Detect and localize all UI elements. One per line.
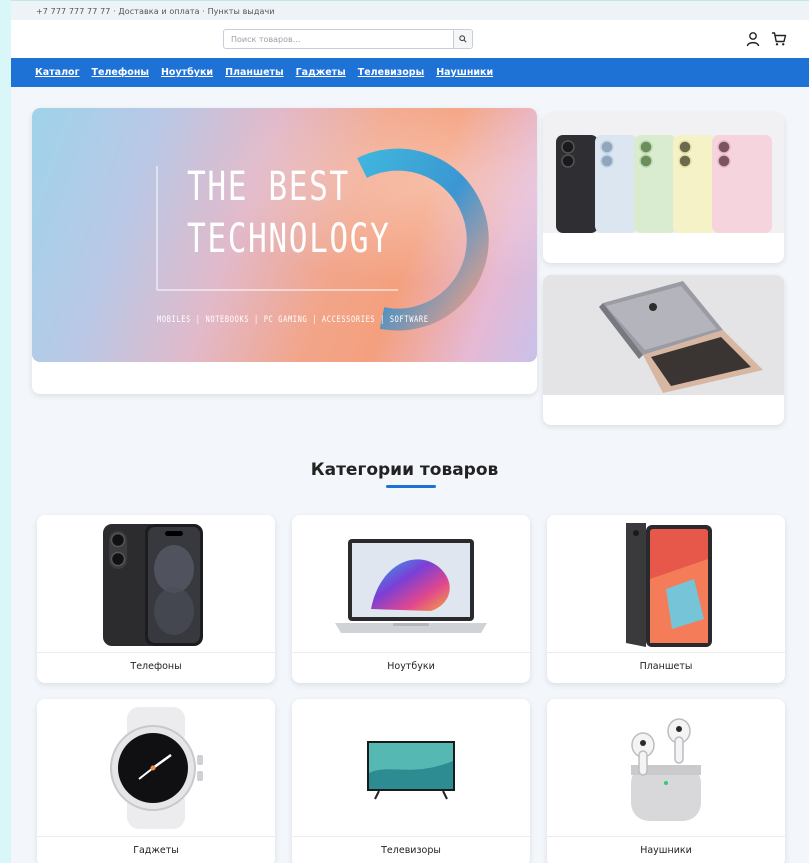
- hero-title-line2: TECHNOLOGY: [187, 216, 391, 262]
- site-header: [11, 20, 809, 58]
- category-image-phones: [37, 515, 275, 652]
- category-label-headphones: Наушники: [640, 845, 692, 856]
- category-card-phones[interactable]: Телефоны: [37, 515, 275, 683]
- category-divider: [547, 652, 785, 653]
- search-icon: [459, 35, 467, 43]
- earbuds-image: [631, 717, 701, 821]
- phones-image: [543, 113, 784, 233]
- hero-image: THE BEST TECHNOLOGY MOBILES | NOTEBOOKS …: [32, 108, 537, 362]
- laptops-image: [543, 275, 784, 395]
- category-label-tablets: Планшеты: [639, 661, 693, 672]
- phone-image: [103, 523, 203, 646]
- promo-card-laptops[interactable]: [543, 275, 784, 425]
- category-divider: [547, 836, 785, 837]
- category-label-laptops: Ноутбуки: [387, 661, 435, 672]
- category-label-tvs: Телевизоры: [381, 845, 441, 856]
- categories-title-underline: [386, 485, 436, 488]
- top-info-bar: +7 777 777 77 77 · Доставка и оплата · П…: [11, 0, 809, 20]
- category-label-phones: Телефоны: [130, 661, 182, 672]
- category-card-gadgets[interactable]: Гаджеты: [37, 699, 275, 863]
- category-card-tablets[interactable]: Планшеты: [547, 515, 785, 683]
- category-divider: [37, 652, 275, 653]
- category-divider: [292, 652, 530, 653]
- category-image-tvs: [292, 699, 530, 836]
- tablet-image: [626, 522, 712, 647]
- category-divider: [37, 836, 275, 837]
- cart-icon[interactable]: [771, 31, 787, 47]
- category-card-headphones[interactable]: Наушники: [547, 699, 785, 863]
- category-card-laptops[interactable]: Ноутбуки: [292, 515, 530, 683]
- user-icon[interactable]: [745, 31, 761, 47]
- top-info-text: +7 777 777 77 77 · Доставка и оплата · П…: [36, 7, 275, 16]
- left-page-edge: [0, 0, 11, 863]
- search-input[interactable]: [224, 30, 454, 48]
- tv-image: [367, 740, 455, 799]
- promo-card-phones[interactable]: [543, 113, 784, 263]
- search-button[interactable]: [453, 30, 472, 48]
- nav-tvs[interactable]: Телевизоры: [358, 67, 424, 78]
- category-card-tvs[interactable]: Телевизоры: [292, 699, 530, 863]
- hero-title-line1: THE BEST: [187, 164, 350, 210]
- category-divider: [292, 836, 530, 837]
- category-image-headphones: [547, 699, 785, 836]
- search-box: [223, 29, 473, 49]
- nav-laptops[interactable]: Ноутбуки: [161, 67, 213, 78]
- category-image-tablets: [547, 515, 785, 652]
- category-label-gadgets: Гаджеты: [133, 845, 179, 856]
- laptop-image: [335, 538, 487, 633]
- nav-catalog[interactable]: Каталог: [35, 67, 80, 78]
- hero-banner[interactable]: THE BEST TECHNOLOGY MOBILES | NOTEBOOKS …: [32, 108, 537, 394]
- category-image-laptops: [292, 515, 530, 652]
- categories-title: Категории товаров: [310, 460, 499, 480]
- nav-gadgets[interactable]: Гаджеты: [296, 67, 346, 78]
- nav-tablets[interactable]: Планшеты: [225, 67, 284, 78]
- nav-phones[interactable]: Телефоны: [92, 67, 149, 78]
- smartwatch-image: [110, 707, 203, 829]
- nav-headphones[interactable]: Наушники: [436, 67, 493, 78]
- category-image-gadgets: [37, 699, 275, 836]
- main-nav: Каталог Телефоны Ноутбуки Планшеты Гадже…: [11, 58, 809, 87]
- hero-subtitle: MOBILES | NOTEBOOKS | PC GAMING | ACCESS…: [157, 315, 429, 325]
